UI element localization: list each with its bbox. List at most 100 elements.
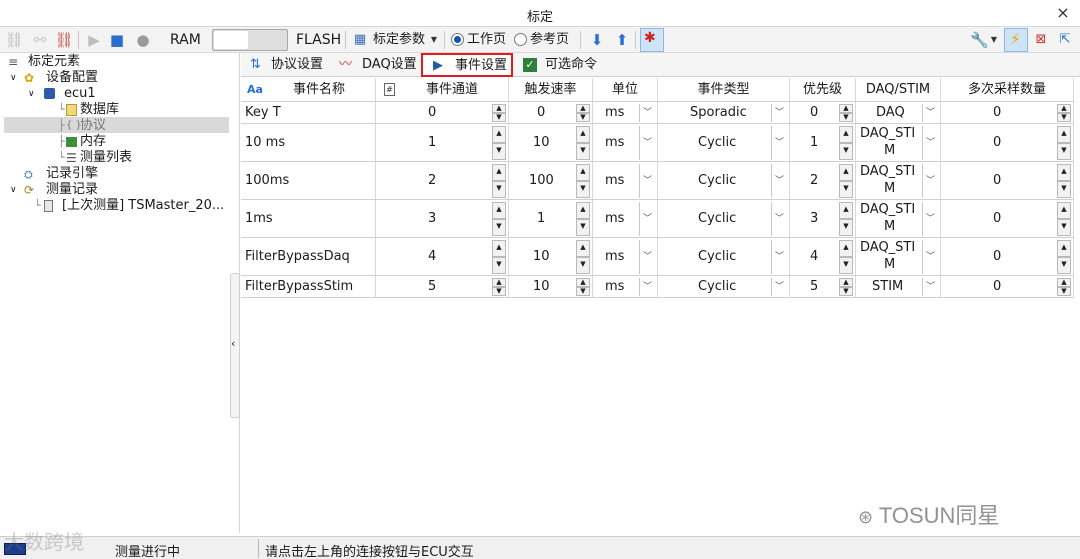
- cell-trigger-rate[interactable]: 10 ▲ ▼: [509, 124, 593, 162]
- chevron-down-icon[interactable]: ﹀: [922, 126, 938, 160]
- cell-unit[interactable]: ms ﹀: [593, 102, 658, 124]
- run-icon[interactable]: ▶: [85, 30, 103, 50]
- upload-arrow-icon[interactable]: ⬆: [613, 30, 631, 50]
- ram-flash-switch[interactable]: [212, 29, 288, 51]
- chevron-down-icon[interactable]: ﹀: [639, 278, 655, 296]
- window-close-icon[interactable]: ⊠: [1032, 30, 1050, 50]
- samples-spinner[interactable]: ▲ ▼: [1057, 278, 1071, 296]
- samples-spinner[interactable]: ▲ ▼: [1057, 104, 1071, 122]
- cell-event-name[interactable]: 10 ms: [241, 124, 376, 162]
- cell-trigger-rate[interactable]: 0 ▲ ▼: [509, 102, 593, 124]
- stop-icon[interactable]: ■: [108, 30, 126, 50]
- cell-event-type[interactable]: Cyclic ﹀: [658, 200, 790, 238]
- cell-priority[interactable]: 3 ▲ ▼: [790, 200, 856, 238]
- cell-daq-stim[interactable]: DAQ_STI M ﹀: [856, 162, 941, 200]
- expand-arrow-icon[interactable]: ∨: [10, 182, 17, 198]
- work-page-radio[interactable]: [451, 33, 464, 46]
- chevron-down-icon[interactable]: ﹀: [771, 240, 787, 274]
- rate-spinner[interactable]: ▲ ▼: [576, 164, 590, 198]
- close-button[interactable]: ×: [1052, 2, 1074, 24]
- cell-sample-count[interactable]: 0 ▲ ▼: [941, 200, 1074, 238]
- cell-daq-stim[interactable]: STIM ﹀: [856, 276, 941, 298]
- priority-spinner[interactable]: ▲ ▼: [839, 164, 853, 198]
- chevron-down-icon[interactable]: ﹀: [922, 278, 938, 296]
- chevron-down-icon[interactable]: ﹀: [639, 126, 655, 160]
- cell-event-channel[interactable]: 0 ▲ ▼: [376, 102, 509, 124]
- cell-daq-stim[interactable]: DAQ_STI M ﹀: [856, 124, 941, 162]
- rate-spinner[interactable]: ▲ ▼: [576, 240, 590, 274]
- download-arrow-icon[interactable]: ⬇: [588, 30, 606, 50]
- samples-spinner[interactable]: ▲ ▼: [1057, 126, 1071, 160]
- disconnect-icon[interactable]: ⛓: [54, 30, 74, 50]
- chevron-down-icon[interactable]: ﹀: [771, 164, 787, 198]
- ref-page-label[interactable]: 参考页: [530, 31, 569, 49]
- channel-spinner[interactable]: ▲ ▼: [492, 278, 506, 296]
- cell-sample-count[interactable]: 0 ▲ ▼: [941, 276, 1074, 298]
- channel-spinner[interactable]: ▲ ▼: [492, 164, 506, 198]
- cell-trigger-rate[interactable]: 1 ▲ ▼: [509, 200, 593, 238]
- chevron-down-icon[interactable]: ▼: [989, 30, 999, 50]
- debug-button[interactable]: ✱: [640, 28, 664, 52]
- chevron-down-icon[interactable]: ﹀: [922, 164, 938, 198]
- chevron-down-icon[interactable]: ﹀: [922, 104, 938, 122]
- tab-optional-commands[interactable]: ✓ 可选命令: [521, 53, 611, 77]
- priority-spinner[interactable]: ▲ ▼: [839, 104, 853, 122]
- cell-daq-stim[interactable]: DAQ_STI M ﹀: [856, 200, 941, 238]
- header-unit[interactable]: 单位: [593, 78, 658, 102]
- priority-spinner[interactable]: ▲ ▼: [839, 278, 853, 296]
- tab-protocol-settings[interactable]: ⇅ 协议设置: [247, 53, 331, 77]
- header-event-channel[interactable]: # 事件通道: [376, 78, 509, 102]
- channel-spinner[interactable]: ▲ ▼: [492, 126, 506, 160]
- chevron-down-icon[interactable]: ﹀: [771, 126, 787, 160]
- header-event-type[interactable]: 事件类型: [658, 78, 790, 102]
- cell-sample-count[interactable]: 0 ▲ ▼: [941, 238, 1074, 276]
- lightning-button[interactable]: ⚡: [1004, 28, 1028, 52]
- chevron-down-icon[interactable]: ﹀: [922, 240, 938, 274]
- cell-event-type[interactable]: Sporadic ﹀: [658, 102, 790, 124]
- cell-event-type[interactable]: Cyclic ﹀: [658, 276, 790, 298]
- tab-daq-settings[interactable]: 〰 DAQ设置: [336, 53, 418, 77]
- priority-spinner[interactable]: ▲ ▼: [839, 126, 853, 160]
- cell-sample-count[interactable]: 0 ▲ ▼: [941, 162, 1074, 200]
- chevron-down-icon[interactable]: ﹀: [922, 202, 938, 236]
- priority-spinner[interactable]: ▲ ▼: [839, 240, 853, 274]
- connect-icon[interactable]: ⛓: [4, 30, 24, 50]
- cell-sample-count[interactable]: 0 ▲ ▼: [941, 102, 1074, 124]
- header-trigger-rate[interactable]: 触发速率: [509, 78, 593, 102]
- rate-spinner[interactable]: ▲ ▼: [576, 104, 590, 122]
- cell-unit[interactable]: ms ﹀: [593, 124, 658, 162]
- cell-unit[interactable]: ms ﹀: [593, 238, 658, 276]
- channel-spinner[interactable]: ▲ ▼: [492, 104, 506, 122]
- chevron-down-icon[interactable]: ﹀: [771, 202, 787, 236]
- cell-trigger-rate[interactable]: 10 ▲ ▼: [509, 238, 593, 276]
- cell-event-name[interactable]: 100ms: [241, 162, 376, 200]
- header-sample-count[interactable]: 多次采样数量: [941, 78, 1074, 102]
- chevron-down-icon[interactable]: ﹀: [639, 202, 655, 236]
- cell-trigger-rate[interactable]: 100 ▲ ▼: [509, 162, 593, 200]
- cell-trigger-rate[interactable]: 10 ▲ ▼: [509, 276, 593, 298]
- samples-spinner[interactable]: ▲ ▼: [1057, 240, 1071, 274]
- expand-arrow-icon[interactable]: ∨: [10, 70, 17, 86]
- link-icon[interactable]: ⚯: [30, 30, 50, 50]
- channel-spinner[interactable]: ▲ ▼: [492, 202, 506, 236]
- cell-event-channel[interactable]: 3 ▲ ▼: [376, 200, 509, 238]
- header-priority[interactable]: 优先级: [790, 78, 856, 102]
- cell-event-channel[interactable]: 4 ▲ ▼: [376, 238, 509, 276]
- cell-priority[interactable]: 2 ▲ ▼: [790, 162, 856, 200]
- chevron-down-icon[interactable]: ﹀: [639, 164, 655, 198]
- cell-event-name[interactable]: 1ms: [241, 200, 376, 238]
- cell-event-type[interactable]: Cyclic ﹀: [658, 238, 790, 276]
- cell-unit[interactable]: ms ﹀: [593, 162, 658, 200]
- cell-unit[interactable]: ms ﹀: [593, 276, 658, 298]
- header-daq-stim[interactable]: DAQ/STIM: [856, 78, 941, 102]
- channel-spinner[interactable]: ▲ ▼: [492, 240, 506, 274]
- cell-event-channel[interactable]: 5 ▲ ▼: [376, 276, 509, 298]
- cell-priority[interactable]: 0 ▲ ▼: [790, 102, 856, 124]
- cell-event-name[interactable]: Key T: [241, 102, 376, 124]
- cell-event-type[interactable]: Cyclic ﹀: [658, 124, 790, 162]
- chevron-down-icon[interactable]: ﹀: [639, 104, 655, 122]
- cell-event-name[interactable]: FilterBypassStim: [241, 276, 376, 298]
- expand-arrow-icon[interactable]: ∨: [28, 86, 35, 102]
- chevron-down-icon[interactable]: ﹀: [771, 104, 787, 122]
- cell-unit[interactable]: ms ﹀: [593, 200, 658, 238]
